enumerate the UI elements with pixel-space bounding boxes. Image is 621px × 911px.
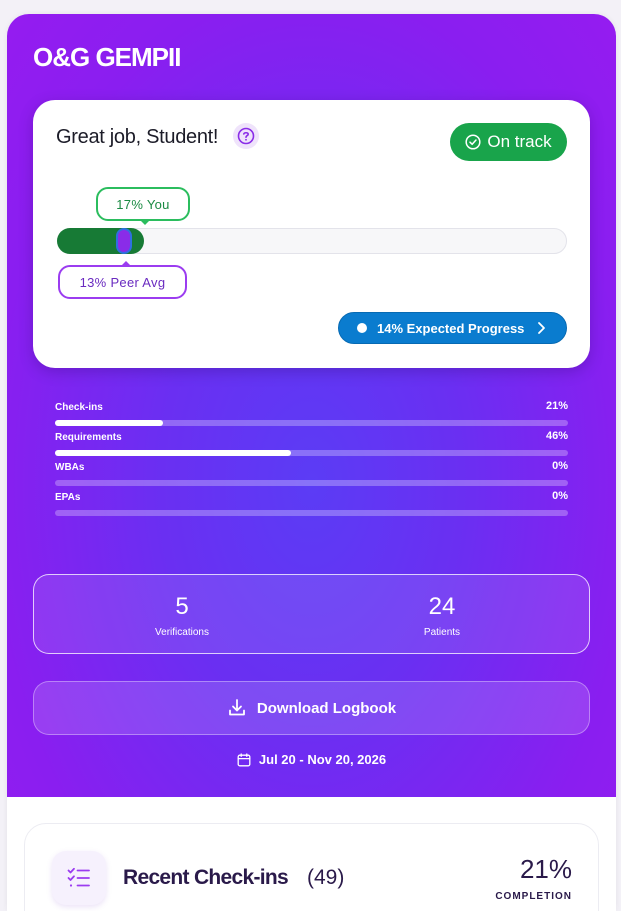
calendar-icon (237, 752, 251, 766)
date-range-text: Jul 20 - Nov 20, 2026 (258, 752, 387, 767)
checklist-icon (52, 851, 106, 905)
metric-bar-fill (55, 450, 291, 456)
metric-bar (55, 510, 568, 516)
download-logbook-button[interactable]: Download Logbook (33, 681, 590, 735)
metric-percent: 46% (545, 430, 568, 442)
chevron-right-icon (538, 322, 545, 334)
metric-epas: EPAs 0% (55, 490, 568, 520)
recent-checkins-count: (49) (307, 866, 345, 889)
help-icon[interactable] (233, 123, 259, 149)
stat-patients[interactable]: 24 Patients (372, 593, 512, 638)
hero-section: O&G GEMPII Great job, Student! On track … (7, 14, 616, 797)
status-badge: On track (450, 123, 567, 161)
peer-average-marker (116, 228, 132, 254)
download-icon (229, 699, 245, 716)
metric-bar-fill (55, 420, 163, 426)
status-label: On track (487, 132, 552, 151)
metric-percent: 0% (552, 490, 568, 502)
patients-label: Patients (423, 627, 461, 638)
metric-percent: 21% (545, 400, 568, 412)
dashboard-container: O&G GEMPII Great job, Student! On track … (7, 14, 616, 911)
metric-bar (55, 480, 568, 486)
completion-percent: 21% (519, 854, 572, 884)
stat-verifications[interactable]: 5 Verifications (112, 593, 252, 638)
metric-bar (55, 420, 568, 426)
progress-track (57, 228, 567, 254)
metrics-list: Check-ins 21% Requirements 46% WBAs 0% E… (55, 400, 568, 520)
recent-checkins-title: Recent Check-ins (123, 866, 289, 889)
metric-bar (55, 450, 568, 456)
expected-progress-label: 14% Expected Progress (377, 320, 525, 336)
expected-dot-icon (357, 323, 367, 333)
metric-label: Check-ins (55, 402, 103, 413)
patients-count: 24 (428, 593, 456, 620)
recent-checkins-card[interactable]: Recent Check-ins (49) 21% COMPLETION (24, 823, 599, 911)
metric-checkins: Check-ins 21% (55, 400, 568, 430)
verifications-label: Verifications (155, 627, 209, 638)
you-progress-label: 17% You (96, 187, 190, 225)
check-circle-icon (465, 134, 481, 150)
expected-progress-button[interactable]: 14% Expected Progress (338, 312, 567, 344)
stats-panel: 5 Verifications 24 Patients (33, 574, 590, 654)
metric-label: WBAs (55, 462, 85, 473)
verifications-count: 5 (175, 593, 189, 620)
completion-label: COMPLETION (495, 891, 572, 902)
metric-percent: 0% (552, 460, 568, 472)
date-range: Jul 20 - Nov 20, 2026 (7, 752, 616, 767)
page-title: O&G GEMPII (33, 42, 181, 72)
metric-label: Requirements (55, 432, 122, 443)
progress-card: Great job, Student! On track 17% You 13%… (33, 100, 590, 368)
peer-average-label: 13% Peer Avg (58, 261, 187, 299)
metric-wbas: WBAs 0% (55, 460, 568, 490)
metric-requirements: Requirements 46% (55, 430, 568, 460)
download-label: Download Logbook (256, 699, 397, 717)
greeting-text: Great job, Student! (56, 126, 219, 148)
metric-label: EPAs (55, 492, 81, 503)
